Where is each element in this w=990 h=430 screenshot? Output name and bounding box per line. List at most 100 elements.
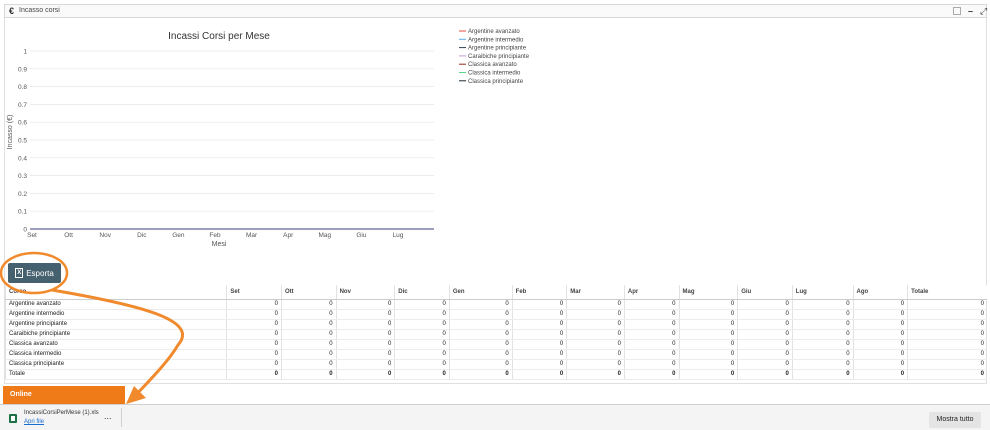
table-cell: 0 <box>791 299 854 310</box>
table-cell: 0 <box>448 349 513 360</box>
legend-item[interactable]: Caraibiche principiante <box>468 54 530 60</box>
table-cell: 0 <box>907 299 987 310</box>
download-separator <box>121 408 122 427</box>
y-tick-label: 0.8 <box>18 84 27 91</box>
table-cell: 0 <box>226 339 282 350</box>
x-tick-label: Dic <box>137 232 147 239</box>
table-cell: 0 <box>511 349 567 360</box>
table-cell: 0 <box>335 329 395 340</box>
table-cell: 0 <box>511 369 567 380</box>
export-button[interactable]: X Esporta <box>8 263 61 283</box>
table-cell: 0 <box>448 309 513 320</box>
table-cell: 0 <box>448 339 513 350</box>
excel-icon: X <box>15 268 24 278</box>
table-cell: 0 <box>678 299 738 310</box>
table-cell: 0 <box>852 359 908 370</box>
table-cell: 0 <box>791 319 854 330</box>
legend-item[interactable]: Classica avanzato <box>468 62 517 68</box>
table-cell: 0 <box>791 359 854 370</box>
column-header-gen[interactable]: Gen <box>448 285 513 300</box>
table-row: Argentine avanzato 0 0 0 0 0 0 0 0 0 0 0 0 0 <box>4 299 987 310</box>
table-cell: 0 <box>737 369 793 380</box>
legend-item[interactable]: Classica principiante <box>468 79 524 85</box>
table-cell: 0 <box>566 299 625 310</box>
table-cell: 0 <box>511 309 567 320</box>
column-header-totale[interactable]: Totale <box>907 285 987 300</box>
y-tick-label: 1 <box>23 49 27 56</box>
legend-item[interactable]: Classica intermedio <box>468 71 521 77</box>
table-cell: 0 <box>852 339 908 350</box>
column-header-ott[interactable]: Ott <box>281 285 337 300</box>
column-header-ago[interactable]: Ago <box>852 285 908 300</box>
column-header-nov[interactable]: Nov <box>335 285 395 300</box>
table-cell: 0 <box>281 369 337 380</box>
table-cell: 0 <box>852 299 908 310</box>
table-row: Classica avanzato 0 0 0 0 0 0 0 0 0 0 0 0 0 <box>4 339 987 350</box>
column-header-giu[interactable]: Giu <box>737 285 793 300</box>
table-cell: 0 <box>678 309 738 320</box>
table-cell: 0 <box>737 359 793 370</box>
column-header-corso[interactable]: Corso <box>4 285 227 300</box>
column-header-lug[interactable]: Lug <box>791 285 854 300</box>
table-cell: 0 <box>566 359 625 370</box>
table-cell: 0 <box>907 309 987 320</box>
table-cell: 0 <box>907 319 987 330</box>
x-axis-label: Mesi <box>212 241 227 248</box>
table-cell: 0 <box>623 359 679 370</box>
table-cell: 0 <box>907 349 987 360</box>
column-header-feb[interactable]: Feb <box>511 285 567 300</box>
table-row: Classica principiante 0 0 0 0 0 0 0 0 0 0 0 0 0 <box>4 359 987 370</box>
table-cell: 0 <box>566 319 625 330</box>
legend-item[interactable]: Argentine avanzato <box>468 29 520 35</box>
table-cell: 0 <box>623 329 679 340</box>
show-all-button[interactable]: Mostra tutto <box>929 412 981 428</box>
legend-item[interactable]: Argentine principiante <box>468 46 527 52</box>
column-header-dic[interactable]: Dic <box>394 285 450 300</box>
row-name: Argentine avanzato <box>4 299 227 310</box>
table-cell: 0 <box>281 359 337 370</box>
table-cell: 0 <box>737 349 793 360</box>
row-name: Classica avanzato <box>4 339 227 350</box>
table-cell: 0 <box>791 329 854 340</box>
y-tick-label: 0.1 <box>18 209 27 216</box>
table-cell: 0 <box>566 369 625 380</box>
table-cell: 0 <box>335 309 395 320</box>
table-cell: 0 <box>226 329 282 340</box>
table-cell: 0 <box>394 319 450 330</box>
column-header-mag[interactable]: Mag <box>678 285 738 300</box>
table-cell: 0 <box>852 369 908 380</box>
table-cell: 0 <box>394 309 450 320</box>
x-tick-label: Apr <box>283 232 294 239</box>
column-header-mar[interactable]: Mar <box>566 285 625 300</box>
column-header-apr[interactable]: Apr <box>623 285 679 300</box>
table-cell: 0 <box>566 329 625 340</box>
download-file-name[interactable]: IncassiCorsiPerMese (1).xls <box>24 410 99 416</box>
more-options-icon[interactable]: ... <box>104 411 112 421</box>
table-cell: 0 <box>791 349 854 360</box>
y-tick-label: 0.4 <box>18 155 27 162</box>
table-cell: 0 <box>394 329 450 340</box>
table-cell: 0 <box>678 349 738 360</box>
table-cell: 0 <box>852 319 908 330</box>
x-tick-label: Set <box>27 232 37 239</box>
legend-item[interactable]: Argentine intermedio <box>468 37 524 43</box>
table-cell: 0 <box>448 299 513 310</box>
table-row: Classica intermedio 0 0 0 0 0 0 0 0 0 0 0 0 0 <box>4 349 987 360</box>
column-header-set[interactable]: Set <box>226 285 282 300</box>
table-cell: 0 <box>394 299 450 310</box>
open-file-link[interactable]: Apri file <box>24 419 44 425</box>
table-cell: 0 <box>281 339 337 350</box>
table-cell: 0 <box>678 319 738 330</box>
row-name: Classica principiante <box>4 359 227 370</box>
download-bar: IncassiCorsiPerMese (1).xls Apri file ..… <box>0 404 990 430</box>
y-tick-label: 0.9 <box>18 66 27 73</box>
table-cell: 0 <box>448 329 513 340</box>
row-name: Argentine intermedio <box>4 309 227 320</box>
y-tick-label: 0.7 <box>18 102 27 109</box>
data-table: Corso Set Ott Nov Dic Gen Feb Mar Apr Mag Giu Lug Ag… <box>4 285 987 380</box>
table-cell: 0 <box>511 339 567 350</box>
table-cell: 0 <box>623 339 679 350</box>
table-cell: 0 <box>907 339 987 350</box>
table-cell: 0 <box>335 299 395 310</box>
x-tick-label: Gen <box>172 232 185 239</box>
